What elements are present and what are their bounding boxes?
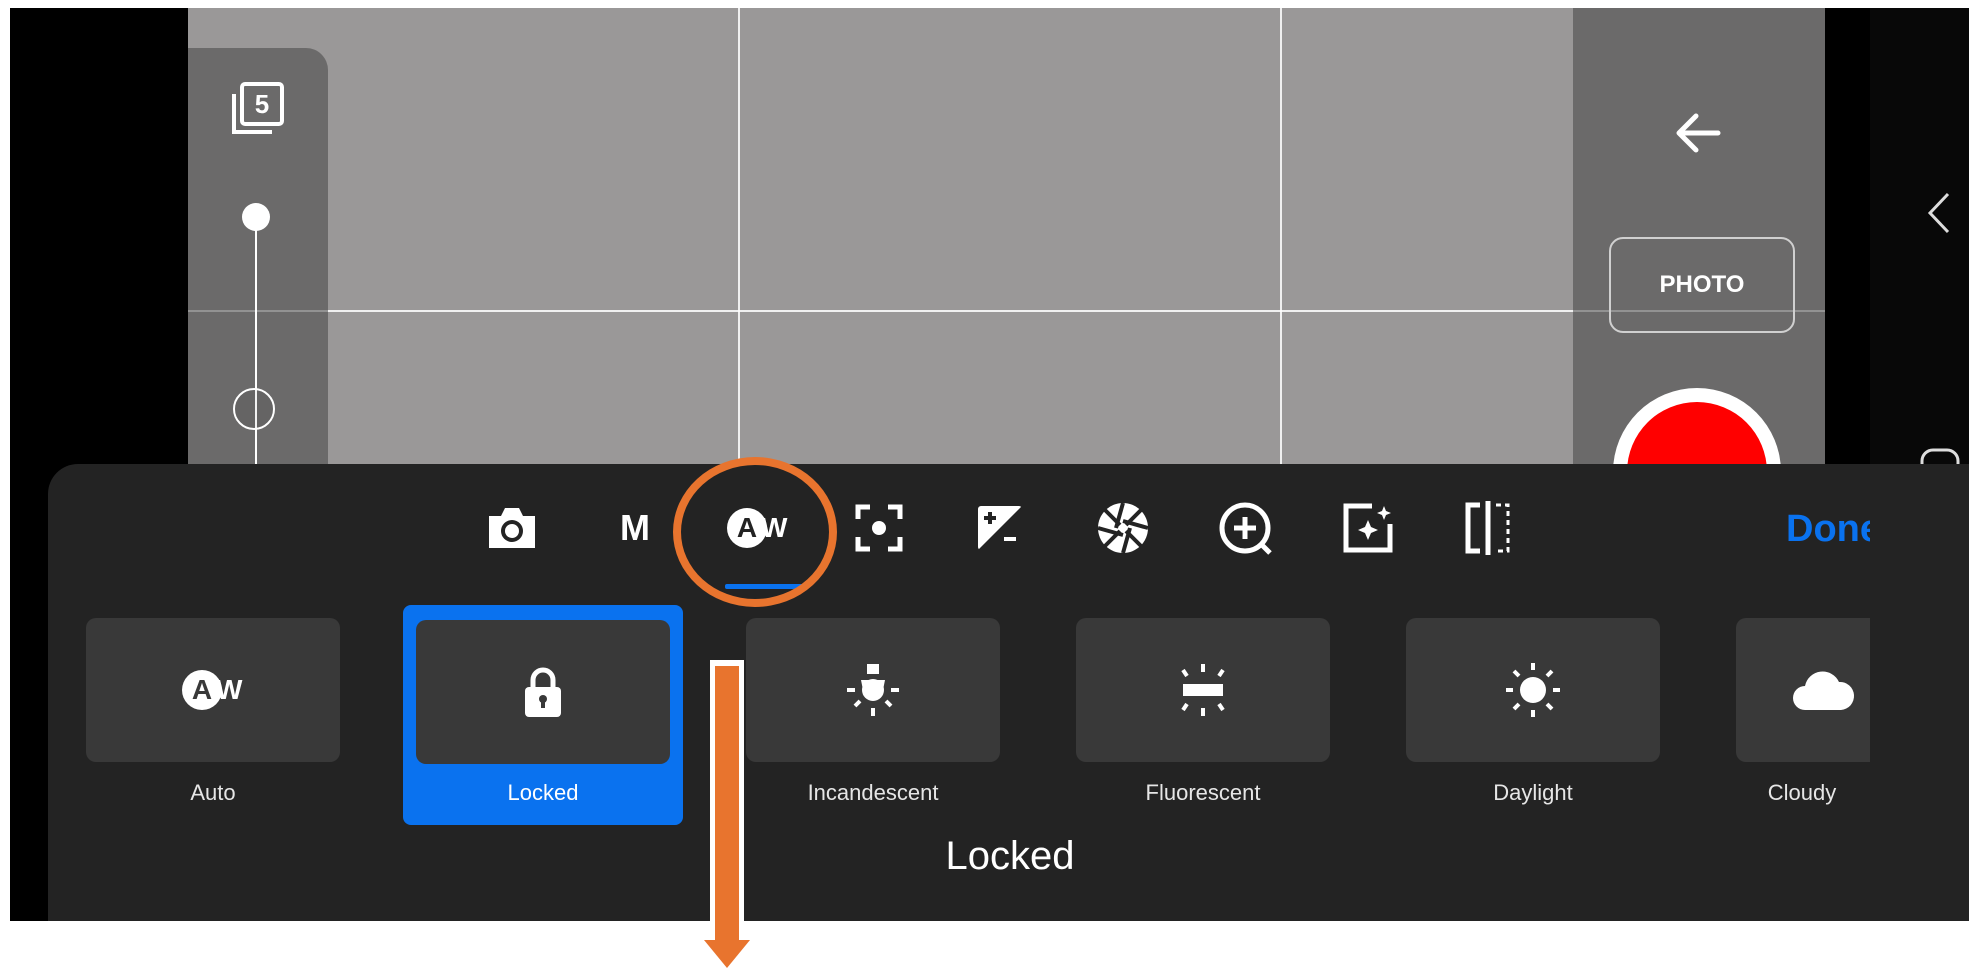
- aperture-icon: [1097, 502, 1149, 554]
- wb-option-label: Fluorescent: [1145, 780, 1261, 805]
- compare-icon: [1465, 501, 1510, 555]
- zoom-plus-icon: [1219, 502, 1272, 555]
- grid-line: [738, 8, 740, 468]
- nav-back-button[interactable]: [1920, 188, 1960, 238]
- wb-option-locked[interactable]: [416, 620, 670, 764]
- wb-option-label: Locked: [507, 780, 579, 805]
- tab-exposure[interactable]: [965, 498, 1035, 558]
- wb-option-label: Auto: [190, 780, 236, 805]
- gallery-button[interactable]: 5: [228, 80, 288, 140]
- wb-option-cloudy[interactable]: [1736, 618, 1870, 762]
- tab-zoom[interactable]: [1210, 498, 1280, 558]
- zoom-slider-handle[interactable]: [242, 203, 270, 231]
- fluorescent-icon: [1181, 664, 1225, 716]
- exposure-icon: [978, 506, 1022, 550]
- right-control-panel: PHOTO: [1573, 8, 1825, 556]
- enhance-icon: [1343, 503, 1393, 553]
- annotation-circle: [673, 457, 837, 607]
- gallery-count: 5: [254, 89, 270, 119]
- wb-option-auto[interactable]: A W: [86, 618, 340, 762]
- tab-aperture[interactable]: [1088, 498, 1158, 558]
- back-arrow-icon: [1676, 113, 1721, 153]
- zoom-slider-knob[interactable]: [233, 388, 275, 430]
- grid-line: [1280, 8, 1282, 468]
- tab-enhance[interactable]: [1333, 498, 1403, 558]
- nav-back-icon: [1927, 192, 1950, 234]
- current-white-balance-label: Locked: [945, 834, 1075, 878]
- wb-option-label: Incandescent: [807, 780, 939, 805]
- tab-focus[interactable]: [844, 498, 914, 558]
- annotation-arrow: [700, 660, 750, 968]
- wb-suffix: W: [216, 674, 243, 705]
- wb-option-incandescent[interactable]: [746, 618, 1000, 762]
- wb-option-label: Cloudy: [1767, 780, 1837, 805]
- annotation-arrow-core: [715, 666, 739, 948]
- sun-icon: [1506, 663, 1560, 717]
- incandescent-bulb-icon: [847, 664, 899, 716]
- arrow-down-icon: [704, 940, 750, 968]
- camera-screen: 5 PHOTO M A W Don A W Auto Locked Incand…: [10, 8, 1969, 921]
- back-button[interactable]: [1668, 103, 1728, 163]
- tab-camera[interactable]: [477, 498, 547, 558]
- auto-wb-icon: A W: [182, 670, 244, 710]
- tab-compare[interactable]: [1453, 498, 1523, 558]
- done-button[interactable]: Done: [1786, 502, 1870, 556]
- zoom-slider-track[interactable]: [255, 218, 257, 488]
- lock-icon: [525, 667, 561, 717]
- wb-option-label: Daylight: [1493, 780, 1573, 805]
- cloud-icon: [1793, 671, 1855, 710]
- left-control-panel: 5: [188, 48, 328, 488]
- focus-icon: [855, 504, 903, 552]
- manual-mode-label: M: [620, 507, 650, 548]
- photo-mode-button[interactable]: PHOTO: [1609, 237, 1795, 333]
- camera-icon: [489, 508, 535, 548]
- wb-option-fluorescent[interactable]: [1076, 618, 1330, 762]
- tab-manual[interactable]: M: [600, 498, 670, 558]
- wb-option-daylight[interactable]: [1406, 618, 1660, 762]
